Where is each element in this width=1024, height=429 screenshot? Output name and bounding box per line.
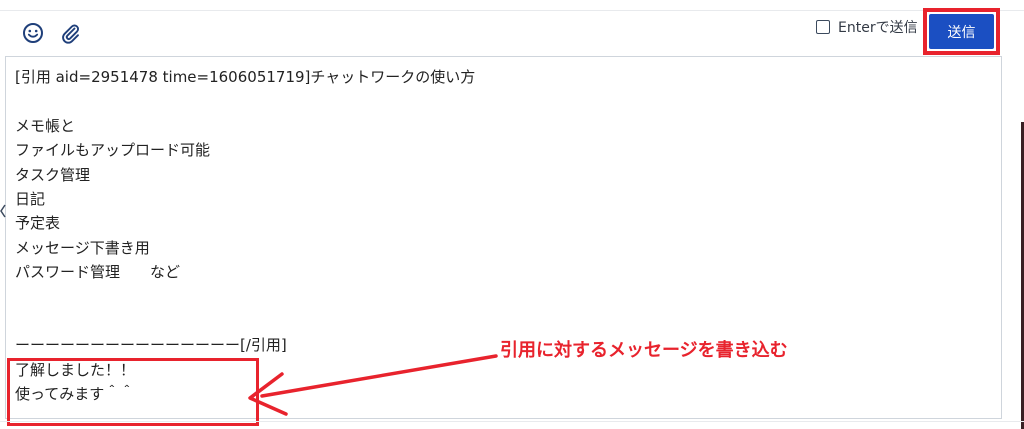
message-line: 日記 [15,189,46,208]
paperclip-icon-glyph [62,24,79,44]
message-line: パスワード管理 など [15,263,181,282]
enter-to-send-toggle[interactable]: Enterで送信 [816,17,918,37]
enter-to-send-label: Enterで送信 [838,20,918,36]
message-line: 予定表 [15,214,61,233]
message-line [15,89,475,113]
chat-compose-panel: Enterで送信 送信 [引用 aid=2951478 time=1606051… [0,0,1024,429]
reply-text-highlight [7,358,259,426]
message-line: メッセージ下書き用 [15,238,150,257]
bottom-divider [0,421,1024,422]
paperclip-icon[interactable] [58,21,82,45]
enter-to-send-checkbox[interactable] [816,20,830,34]
annotation-arrow-icon [248,354,498,416]
message-line: [引用 aid=2951478 time=1606051719]チャットワークの… [15,68,476,86]
message-line: ファイルもアップロード可能 [15,141,211,160]
chevron-left-icon[interactable] [0,204,6,218]
message-line [15,309,475,333]
message-line: メモ帳と [15,116,76,135]
smiley-icon-glyph [23,23,43,43]
smiley-icon[interactable] [21,21,45,45]
message-line [15,285,475,309]
annotation-label: 引用に対するメッセージを書き込む [500,340,788,361]
send-button[interactable]: 送信 [929,14,994,49]
message-line: タスク管理 [15,165,91,184]
